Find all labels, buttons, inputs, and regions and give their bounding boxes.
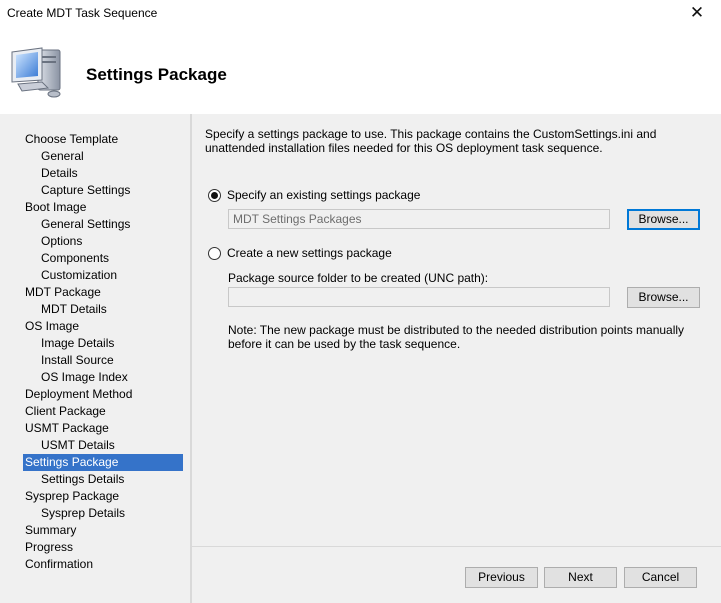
wizard-footer: Previous Next Cancel [192,546,721,603]
nav-item-boot-image[interactable]: Boot Image [23,199,86,216]
existing-package-radio[interactable] [208,188,221,202]
unc-path-input[interactable] [228,287,610,307]
nav-item-choose-template[interactable]: Choose Template [23,131,118,148]
nav-item-summary[interactable]: Summary [23,522,76,539]
nav-item-install-source[interactable]: Install Source [39,352,114,369]
nav-item-settings-details[interactable]: Settings Details [39,471,124,488]
window-title: Create MDT Task Sequence [7,6,158,20]
existing-package-label: Specify an existing settings package [227,188,421,202]
nav-item-mdt-package[interactable]: MDT Package [23,284,101,301]
intro-text: Specify a settings package to use. This … [205,127,657,155]
nav-item-general[interactable]: General [39,148,84,165]
nav-item-usmt-details[interactable]: USMT Details [39,437,115,454]
nav-item-customization[interactable]: Customization [39,267,117,284]
previous-button[interactable]: Previous [465,567,538,588]
new-package-option[interactable]: Create a new settings package [208,245,392,261]
new-package-label: Create a new settings package [227,246,392,260]
cancel-button[interactable]: Cancel [624,567,697,588]
computer-wizard-icon [11,47,61,98]
wizard-steps-nav: Choose Template General Details Capture … [0,114,190,603]
close-icon[interactable]: ✕ [679,2,715,24]
nav-item-general-settings[interactable]: General Settings [39,216,130,233]
distribution-note: Note: The new package must be distribute… [228,323,685,351]
existing-package-field[interactable]: MDT Settings Packages [228,209,610,229]
nav-item-usmt-package[interactable]: USMT Package [23,420,109,437]
new-browse-button[interactable]: Browse... [627,287,700,308]
nav-item-options[interactable]: Options [39,233,82,250]
nav-item-progress[interactable]: Progress [23,539,73,556]
settings-package-panel: Specify a settings package to use. This … [192,114,721,546]
nav-item-sysprep-package[interactable]: Sysprep Package [23,488,119,505]
nav-item-capture-settings[interactable]: Capture Settings [39,182,130,199]
unc-path-label: Package source folder to be created (UNC… [228,271,489,285]
nav-item-details[interactable]: Details [39,165,78,182]
nav-item-deployment-method[interactable]: Deployment Method [23,386,132,403]
nav-item-sysprep-details[interactable]: Sysprep Details [39,505,125,522]
nav-item-components[interactable]: Components [39,250,109,267]
nav-item-client-package[interactable]: Client Package [23,403,106,420]
nav-item-mdt-details[interactable]: MDT Details [39,301,107,318]
wizard-banner: Settings Package [0,28,721,114]
existing-browse-button[interactable]: Browse... [627,209,700,230]
next-button[interactable]: Next [544,567,617,588]
nav-item-os-image-index[interactable]: OS Image Index [39,369,128,386]
title-bar: Create MDT Task Sequence ✕ [0,0,721,28]
nav-item-confirmation[interactable]: Confirmation [23,556,93,573]
existing-package-option[interactable]: Specify an existing settings package [208,187,420,203]
nav-item-image-details[interactable]: Image Details [39,335,114,352]
new-package-radio[interactable] [208,246,221,260]
nav-item-settings-package[interactable]: Settings Package [23,454,183,471]
page-heading: Settings Package [86,65,227,84]
nav-item-os-image[interactable]: OS Image [23,318,79,335]
